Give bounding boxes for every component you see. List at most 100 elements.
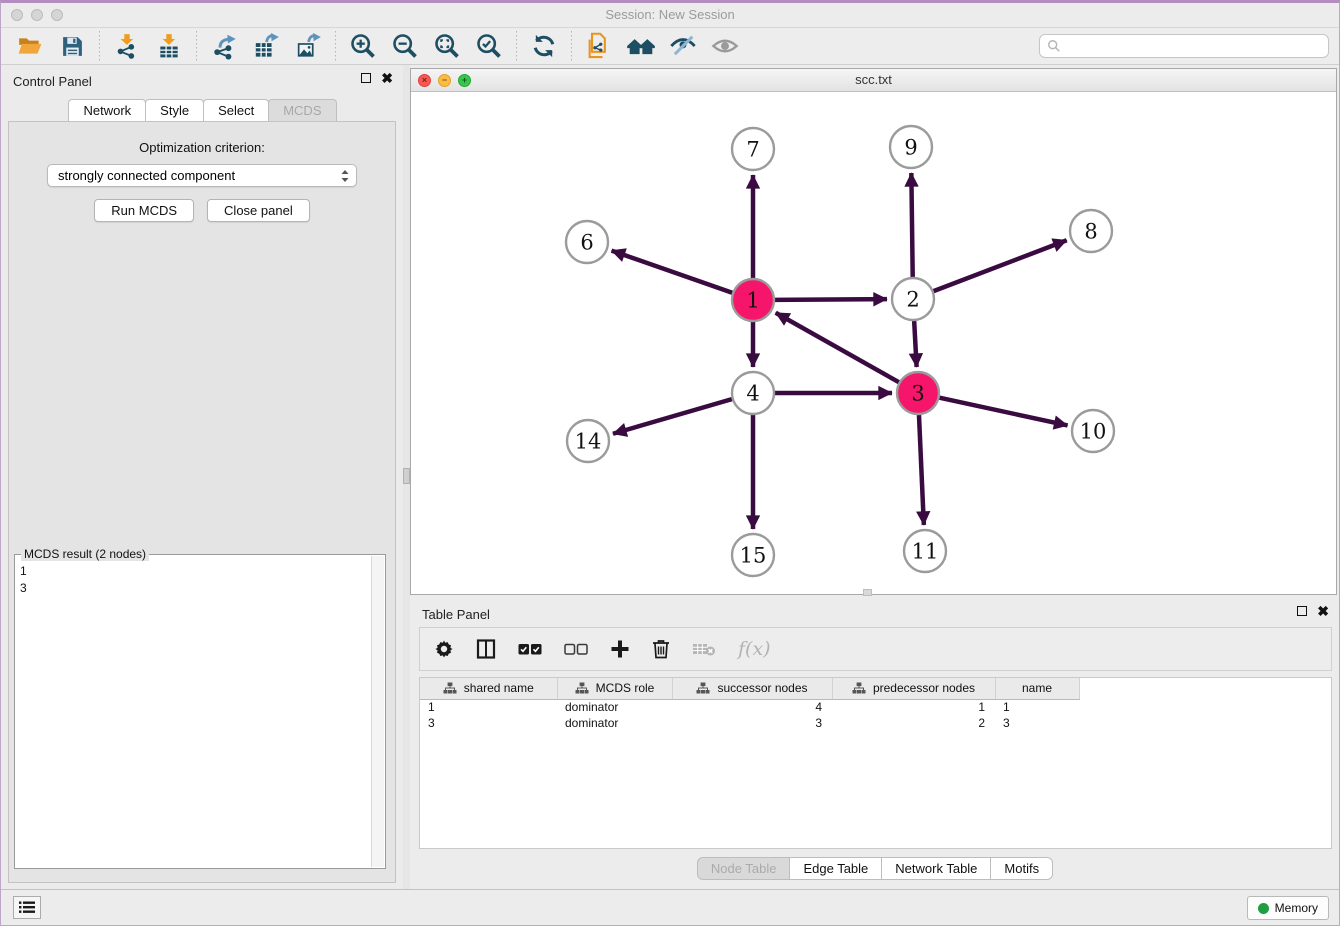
tab-edge-table[interactable]: Edge Table [789,857,882,880]
network-window-titlebar[interactable]: × − + scc.txt [411,69,1336,92]
column-header-name[interactable]: name [995,678,1079,699]
graph-node-3[interactable]: 3 [897,372,939,414]
column-header-successor-nodes[interactable]: successor nodes [672,678,832,699]
svg-text:6: 6 [580,230,593,254]
splitter-grip[interactable] [403,468,410,484]
network-zoom-icon[interactable]: + [458,74,471,87]
graph-edge-3-10[interactable] [939,398,1067,426]
cell-predecessor-nodes[interactable]: 2 [832,715,995,731]
graph-edge-1-2[interactable] [775,299,887,300]
search-field[interactable] [1039,34,1329,58]
show-all-icon[interactable] [710,31,740,61]
cell-mcds-role[interactable]: dominator [557,715,672,731]
run-mcds-button[interactable]: Run MCDS [94,199,194,222]
column-layout-icon[interactable] [476,639,496,659]
status-bar: Memory [1,889,1339,925]
graph-edge-3-1[interactable] [776,313,899,382]
mcds-result-text[interactable]: 1 3 [20,563,371,867]
graph-node-1[interactable]: 1 [732,279,774,321]
graph-node-6[interactable]: 6 [566,221,608,263]
close-panel-icon[interactable]: ✖ [381,73,393,83]
graph-node-8[interactable]: 8 [1070,210,1112,252]
zoom-in-icon[interactable] [348,31,378,61]
graph-node-2[interactable]: 2 [892,278,934,320]
gear-icon[interactable] [434,639,454,659]
export-network-icon[interactable] [209,31,239,61]
control-panel: Control Panel ✖ Network Style Select MCD… [1,65,403,889]
deselect-all-icon[interactable] [564,643,588,656]
cell-mcds-role[interactable]: dominator [557,699,672,715]
tab-style[interactable]: Style [145,99,204,121]
open-session-icon[interactable] [15,31,45,61]
table-row[interactable]: 3 dominator 3 2 3 [420,715,1331,731]
cell-successor-nodes[interactable]: 4 [672,699,832,715]
main-toolbar [1,28,1339,65]
duplicate-network-icon[interactable] [584,31,614,61]
graph-node-14[interactable]: 14 [567,420,609,462]
save-session-icon[interactable] [57,31,87,61]
tab-node-table[interactable]: Node Table [697,857,791,880]
result-scrollbar[interactable] [371,556,384,867]
export-table-icon[interactable] [251,31,281,61]
svg-text:2: 2 [906,287,919,311]
tab-mcds[interactable]: MCDS [268,99,336,121]
zoom-out-icon[interactable] [390,31,420,61]
tab-network-table[interactable]: Network Table [881,857,991,880]
column-header-mcds-role[interactable]: MCDS role [557,678,672,699]
task-history-button[interactable] [13,896,41,919]
close-table-panel-icon[interactable]: ✖ [1317,606,1329,616]
panel-splitter[interactable] [403,65,410,889]
float-panel-icon[interactable] [361,73,371,83]
import-network-icon[interactable] [112,31,142,61]
graph: 7 9 6 8 1 2 4 3 14 10 15 11 [411,92,1336,594]
optimization-criterion-select[interactable]: strongly connected component [47,164,357,187]
graph-node-11[interactable]: 11 [904,530,946,572]
select-all-icon[interactable] [518,643,542,656]
search-input[interactable] [1061,39,1328,53]
tab-motifs[interactable]: Motifs [990,857,1053,880]
cell-predecessor-nodes[interactable]: 1 [832,699,995,715]
cell-successor-nodes[interactable]: 3 [672,715,832,731]
mcds-result-group: MCDS result (2 nodes) 1 3 [14,554,386,869]
network-close-icon[interactable]: × [418,74,431,87]
column-header-shared-name[interactable]: shared name [420,678,557,699]
tab-select[interactable]: Select [203,99,269,121]
svg-text:9: 9 [904,135,917,159]
function-builder-icon[interactable]: f(x) [738,638,771,660]
node-table[interactable]: shared name MCDS role successor nodes pr… [419,677,1332,849]
column-header-predecessor-nodes[interactable]: predecessor nodes [832,678,995,699]
cell-shared-name[interactable]: 3 [420,715,557,731]
network-minimize-icon[interactable]: − [438,74,451,87]
graph-edge-1-6[interactable] [612,251,733,293]
graph-edge-2-9[interactable] [911,173,912,277]
zoom-selected-icon[interactable] [474,31,504,61]
network-resize-grip[interactable] [863,589,872,596]
graph-edge-4-14[interactable] [613,399,732,434]
graph-node-15[interactable]: 15 [732,534,774,576]
graph-edge-2-8[interactable] [934,240,1067,291]
export-image-icon[interactable] [293,31,323,61]
network-canvas[interactable]: 7 9 6 8 1 2 4 3 14 10 15 11 [411,92,1336,594]
zoom-fit-icon[interactable] [432,31,462,61]
cell-name[interactable]: 1 [995,699,1079,715]
add-column-icon[interactable] [610,639,630,659]
delete-table-icon[interactable] [692,641,716,657]
table-row[interactable]: 1 dominator 4 1 1 [420,699,1331,715]
home-network-icon[interactable] [626,31,656,61]
graph-node-4[interactable]: 4 [732,372,774,414]
graph-node-7[interactable]: 7 [732,128,774,170]
graph-node-9[interactable]: 9 [890,126,932,168]
memory-button[interactable]: Memory [1247,896,1329,920]
close-panel-button[interactable]: Close panel [207,199,310,222]
graph-edge-2-3[interactable] [914,321,916,367]
import-table-icon[interactable] [154,31,184,61]
delete-column-icon[interactable] [652,639,670,659]
float-table-panel-icon[interactable] [1297,606,1307,616]
tab-network[interactable]: Network [68,99,146,121]
cell-shared-name[interactable]: 1 [420,699,557,715]
graph-node-10[interactable]: 10 [1072,410,1114,452]
graph-edge-3-11[interactable] [919,415,924,525]
refresh-layout-icon[interactable] [529,31,559,61]
cell-name[interactable]: 3 [995,715,1079,731]
hide-selected-icon[interactable] [668,31,698,61]
